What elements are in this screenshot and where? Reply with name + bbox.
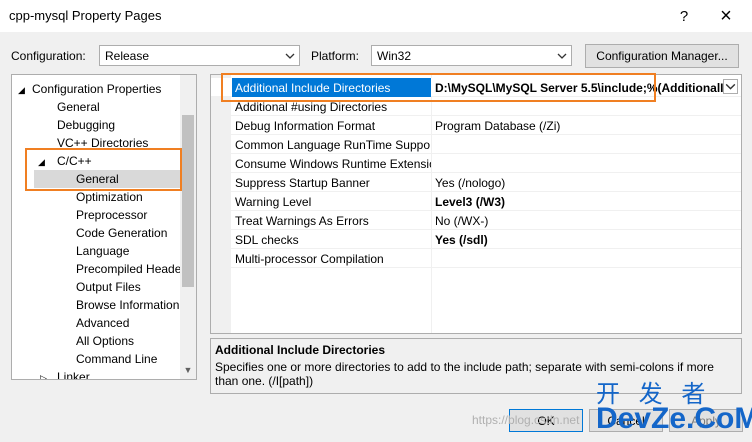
tree-item-output-files[interactable]: Output Files [76, 278, 141, 296]
tree-item-label: Advanced [76, 316, 130, 330]
grid-row[interactable]: Common Language RunTime Suppo [211, 135, 741, 154]
tree-item-label: Code Generation [76, 226, 168, 240]
watermark-en: DevZe.CoM [596, 402, 752, 435]
configuration-select[interactable]: Release [99, 45, 300, 66]
property-value[interactable]: Program Database (/Zi) [435, 119, 735, 133]
property-name: Treat Warnings As Errors [235, 214, 369, 228]
grid-row[interactable]: Multi-processor Compilation [211, 249, 741, 268]
expand-arrow-icon[interactable]: ◢ [18, 81, 32, 99]
tree-item-label: General [57, 100, 100, 114]
description-title: Additional Include Directories [215, 343, 386, 357]
tree-item-label: All Options [76, 334, 135, 348]
property-value[interactable]: No (/WX-) [435, 214, 735, 228]
platform-select[interactable]: Win32 [371, 45, 572, 66]
property-name: Consume Windows Runtime Extensio [235, 157, 431, 171]
close-button[interactable]: × [708, 4, 744, 28]
property-name: Warning Level [235, 195, 312, 209]
tree-item-label: Command Line [76, 352, 158, 366]
property-value[interactable]: Yes (/sdl) [435, 233, 735, 247]
grid-row[interactable]: Warning Level Level3 (/W3) [211, 192, 741, 211]
chevron-down-icon [725, 83, 736, 90]
grid-row[interactable]: Treat Warnings As Errors No (/WX-) [211, 211, 741, 230]
property-name: SDL checks [235, 233, 299, 247]
tree-item-advanced[interactable]: Advanced [76, 314, 129, 332]
grid-row[interactable]: SDL checks Yes (/sdl) [211, 230, 741, 249]
configuration-manager-button[interactable]: Configuration Manager... [585, 44, 739, 68]
tree-item-label: Debugging [57, 118, 116, 132]
chevron-down-icon [557, 53, 567, 59]
scroll-down-icon[interactable]: ▼ [180, 362, 196, 378]
tree-item-label: Output Files [76, 280, 141, 294]
property-grid: Additional Include Directories D:\MySQL\… [210, 74, 742, 334]
grid-row[interactable]: Debug Information Format Program Databas… [211, 116, 741, 135]
callout-highlight [25, 148, 182, 191]
property-name: Debug Information Format [235, 119, 376, 133]
tree-item-label: Optimization [76, 190, 143, 204]
grid-row[interactable]: Consume Windows Runtime Extensio [211, 154, 741, 173]
grid-row[interactable]: Suppress Startup Banner Yes (/nologo) [211, 173, 741, 192]
property-name: Multi-processor Compilation [235, 252, 384, 266]
property-name: Additional #using Directories [235, 100, 388, 114]
configuration-label: Configuration: [11, 49, 86, 63]
expand-arrow-icon[interactable]: ▷ [40, 369, 57, 379]
property-tree: ◢ Configuration Properties General Debugg… [11, 74, 197, 380]
tree-item-preprocessor[interactable]: Preprocessor [76, 206, 147, 224]
tree-item-label: Language [76, 244, 130, 258]
configuration-value: Release [105, 49, 150, 63]
value-dropdown[interactable] [723, 79, 738, 94]
tree-item-code-generation[interactable]: Code Generation [76, 224, 167, 242]
tree-item-label: Browse Information [76, 298, 180, 312]
tree-item-configuration-properties[interactable]: ◢ Configuration Properties [18, 80, 161, 98]
tree-item-command-line[interactable]: Command Line [76, 350, 157, 368]
platform-label: Platform: [311, 49, 360, 63]
property-value[interactable]: Level3 (/W3) [435, 195, 735, 209]
property-value[interactable]: Yes (/nologo) [435, 176, 735, 190]
chevron-down-icon [285, 53, 295, 59]
tree-item-debugging[interactable]: Debugging [57, 116, 115, 134]
csdn-watermark: https://blog.csdn.net [472, 413, 580, 427]
help-button[interactable]: ? [666, 4, 702, 28]
window-title: cpp-mysql Property Pages [9, 8, 162, 23]
tree-item-browse-information[interactable]: Browse Information [76, 296, 179, 314]
tree-item-label: Configuration Properties [32, 82, 162, 96]
tree-item-label: Precompiled Heade [76, 262, 182, 276]
tree-item-general[interactable]: General [57, 98, 100, 116]
property-name: Common Language RunTime Suppo [235, 138, 431, 152]
tree-item-language[interactable]: Language [76, 242, 129, 260]
tree-item-label: Preprocessor [76, 208, 148, 222]
tree-item-label: Linker [57, 370, 90, 380]
tree-scrollbar[interactable] [180, 75, 196, 379]
property-name: Suppress Startup Banner [235, 176, 370, 190]
scroll-thumb[interactable] [182, 115, 194, 287]
tree-item-precompiled-headers[interactable]: Precompiled Heade [76, 260, 181, 278]
callout-highlight [221, 73, 656, 102]
platform-value: Win32 [377, 49, 412, 63]
tree-item-all-options[interactable]: All Options [76, 332, 134, 350]
tree-item-linker[interactable]: ▷ Linker [40, 368, 90, 380]
